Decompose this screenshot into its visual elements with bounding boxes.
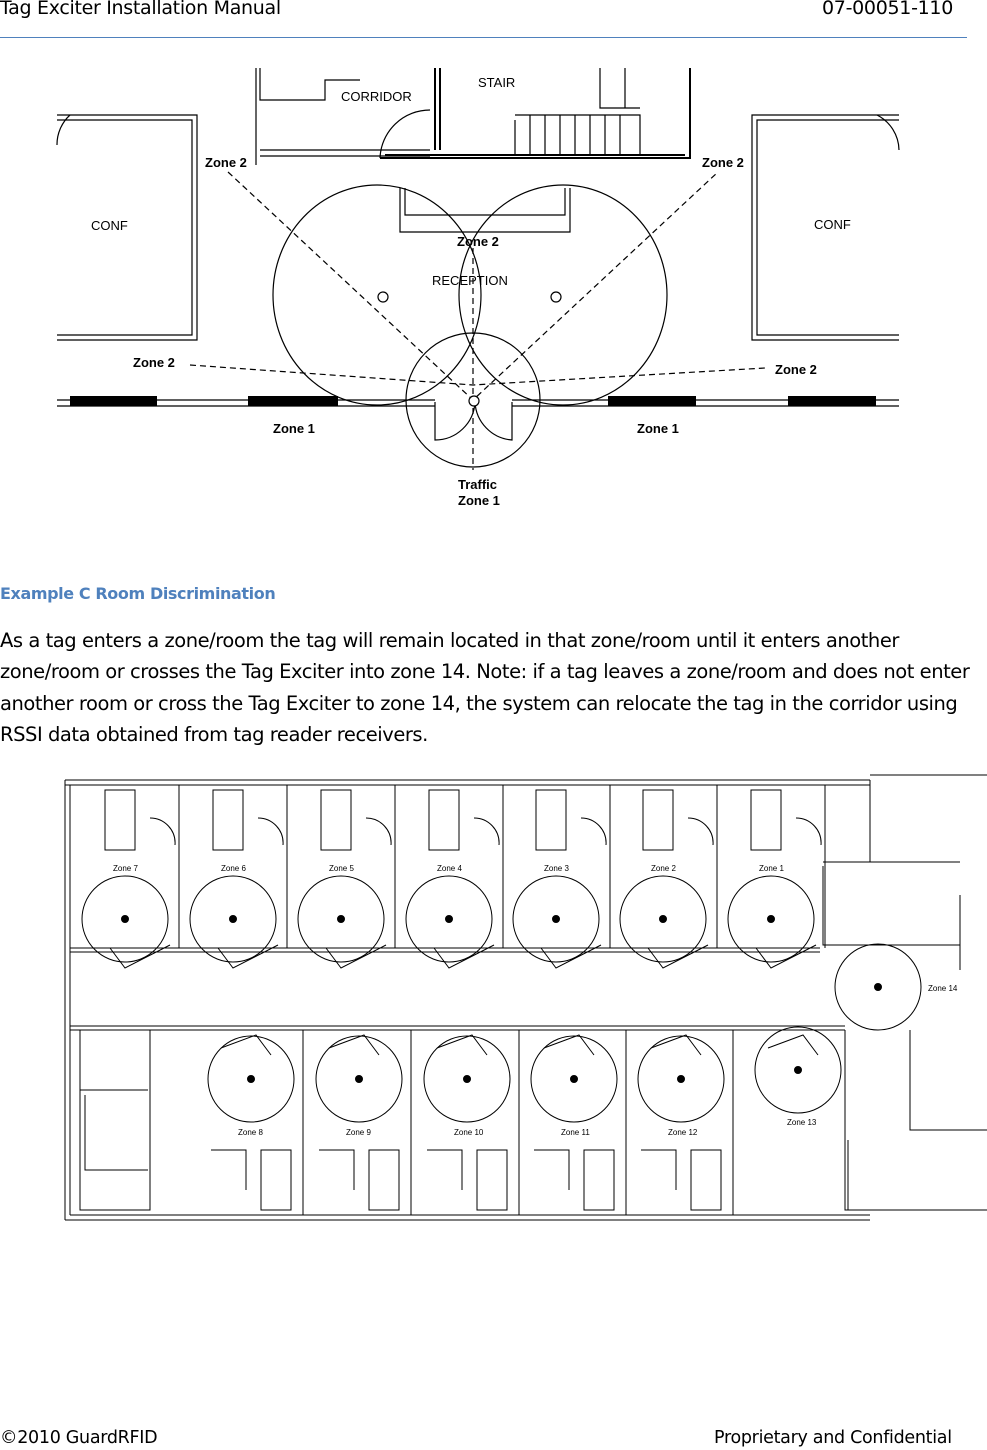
room-walls	[641, 1030, 734, 1215]
tag-exciter	[659, 915, 667, 923]
label-zone-bottom: Zone 8	[238, 1128, 263, 1137]
tag-exciter	[677, 1075, 685, 1083]
tag-exciter	[445, 915, 453, 923]
tag-exciter	[229, 915, 237, 923]
section-body: As a tag enters a zone/room the tag will…	[0, 629, 970, 746]
label-zone-bottom: Zone 9	[346, 1128, 371, 1137]
label-zone-top: Zone 2	[651, 864, 676, 873]
header-doc-number: 07-00051-110	[822, 0, 953, 19]
section-heading: Example C Room Discrimination	[0, 584, 276, 603]
tag-exciter	[355, 1075, 363, 1083]
tag-exciter	[337, 915, 345, 923]
room-walls	[534, 1030, 627, 1215]
room-walls	[211, 1030, 304, 1215]
reception-floor-plan: CORRIDOR STAIR CONF CONF RECEPTION Zone …	[56, 68, 900, 508]
label-conf-left: CONF	[91, 218, 128, 233]
label-traffic: Traffic	[458, 477, 497, 492]
label-traffic-zone: Zone 1	[458, 493, 500, 508]
label-zone-top: Zone 4	[437, 864, 462, 873]
header-title: Tag Exciter Installation Manual	[0, 0, 281, 19]
header-divider	[0, 37, 967, 38]
zone-circles	[272, 184, 668, 468]
label-reception: RECEPTION	[432, 273, 508, 288]
room-walls	[319, 1030, 412, 1215]
label-zone-bottom: Zone 11	[561, 1128, 590, 1137]
door-swing	[767, 1034, 819, 1056]
label-zone1-right: Zone 1	[637, 421, 679, 436]
label-zone-14: Zone 14	[928, 984, 958, 993]
label-zone-top: Zone 6	[221, 864, 246, 873]
tag-exciter	[552, 915, 560, 923]
label-zone-bottom: Zone 12	[668, 1128, 698, 1137]
label-zone2-top-left: Zone 2	[205, 155, 247, 170]
tag-exciter	[247, 1075, 255, 1083]
label-zone-top: Zone 3	[544, 864, 569, 873]
label-zone-bottom: Zone 10	[454, 1128, 484, 1137]
label-conf-right: CONF	[814, 217, 851, 232]
footer-notice: Proprietary and Confidential	[714, 1428, 952, 1448]
room-discrimination-floor-plan: Zone 7 Zone 6 Zone 5 Zone 4 Zone 3 Zone 2 Zone…	[64, 774, 987, 1221]
label-zone2-mid-right: Zone 2	[775, 362, 817, 377]
tag-exciter	[794, 1066, 802, 1074]
label-zone1-left: Zone 1	[273, 421, 315, 436]
label-zone-top: Zone 5	[329, 864, 354, 873]
label-stair: STAIR	[478, 75, 515, 90]
tag-exciter	[121, 915, 129, 923]
tag-exciter	[463, 1075, 471, 1083]
tag-exciters	[377, 291, 562, 407]
label-zone-13: Zone 13	[787, 1118, 817, 1127]
label-zone2-mid-left: Zone 2	[133, 355, 175, 370]
tag-exciter	[874, 983, 882, 991]
room-walls	[427, 1030, 520, 1215]
label-zone2-top-right: Zone 2	[702, 155, 744, 170]
label-zone-top: Zone 1	[759, 864, 784, 873]
label-zone2-center: Zone 2	[457, 234, 499, 249]
label-zone-top: Zone 7	[113, 864, 138, 873]
footer-copyright: ©2010 GuardRFID	[0, 1428, 158, 1448]
tag-exciter	[570, 1075, 578, 1083]
walls	[64, 774, 987, 1221]
tag-exciter	[767, 915, 775, 923]
label-corridor: CORRIDOR	[341, 89, 412, 104]
